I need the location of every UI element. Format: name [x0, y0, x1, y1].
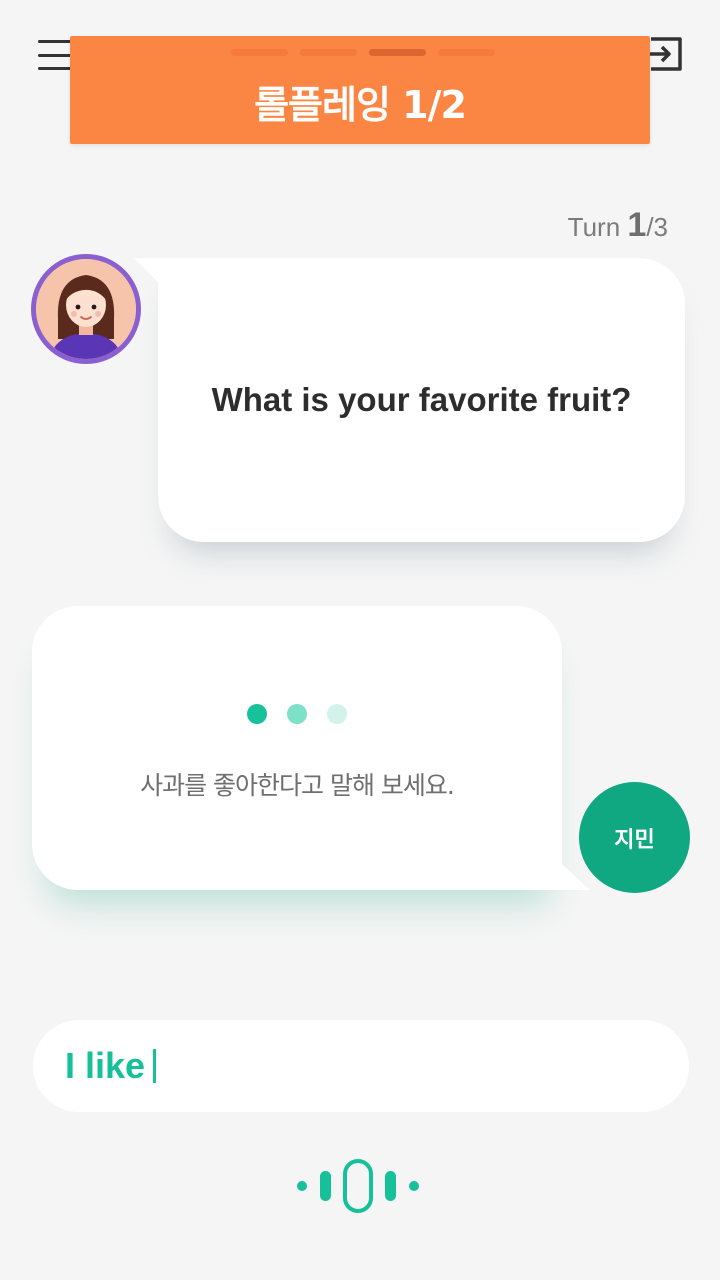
ai-message-bubble: What is your favorite fruit? — [158, 258, 685, 542]
hint-text: 사과를 좋아한다고 말해 보세요. — [140, 771, 455, 800]
page-title: 롤플레잉 1/2 — [254, 83, 467, 127]
user-name: 지민 — [614, 827, 655, 853]
speech-input-field[interactable]: I like — [33, 1020, 689, 1112]
hamburger-icon-line — [38, 40, 74, 43]
ai-message-text: What is your favorite fruit? — [211, 381, 632, 418]
hamburger-icon-line — [38, 53, 74, 57]
menu-button[interactable] — [38, 40, 74, 70]
turn-total: /3 — [646, 212, 668, 242]
title-banner: 롤플레잉 1/2 — [70, 36, 650, 144]
user-message-bubble: 사과를 좋아한다고 말해 보세요. — [32, 606, 562, 890]
exit-button[interactable] — [645, 36, 683, 72]
typing-dot — [327, 704, 347, 724]
progress-step-active — [369, 49, 426, 56]
typing-dot — [287, 704, 307, 724]
turn-current: 1 — [627, 206, 647, 244]
voice-wave-icon — [297, 1159, 419, 1213]
user-avatar: 지민 — [579, 782, 690, 893]
progress-step — [438, 49, 495, 56]
turn-label: Turn — [567, 212, 621, 242]
exit-icon — [647, 37, 682, 71]
progress-indicator — [231, 49, 495, 56]
user-bubble-tail — [562, 864, 590, 890]
input-value: I like — [65, 1045, 146, 1086]
girl-avatar-icon — [36, 259, 136, 359]
ai-avatar — [31, 254, 141, 364]
typing-indicator — [32, 704, 562, 724]
ai-bubble-tail — [134, 258, 160, 284]
text-caret — [153, 1049, 157, 1083]
hamburger-icon-line — [38, 67, 74, 70]
progress-step — [231, 49, 288, 56]
typing-dot — [247, 704, 267, 724]
progress-step — [300, 49, 357, 56]
turn-counter: Turn 1/3 — [568, 206, 668, 245]
voice-record-button[interactable] — [294, 1158, 424, 1214]
